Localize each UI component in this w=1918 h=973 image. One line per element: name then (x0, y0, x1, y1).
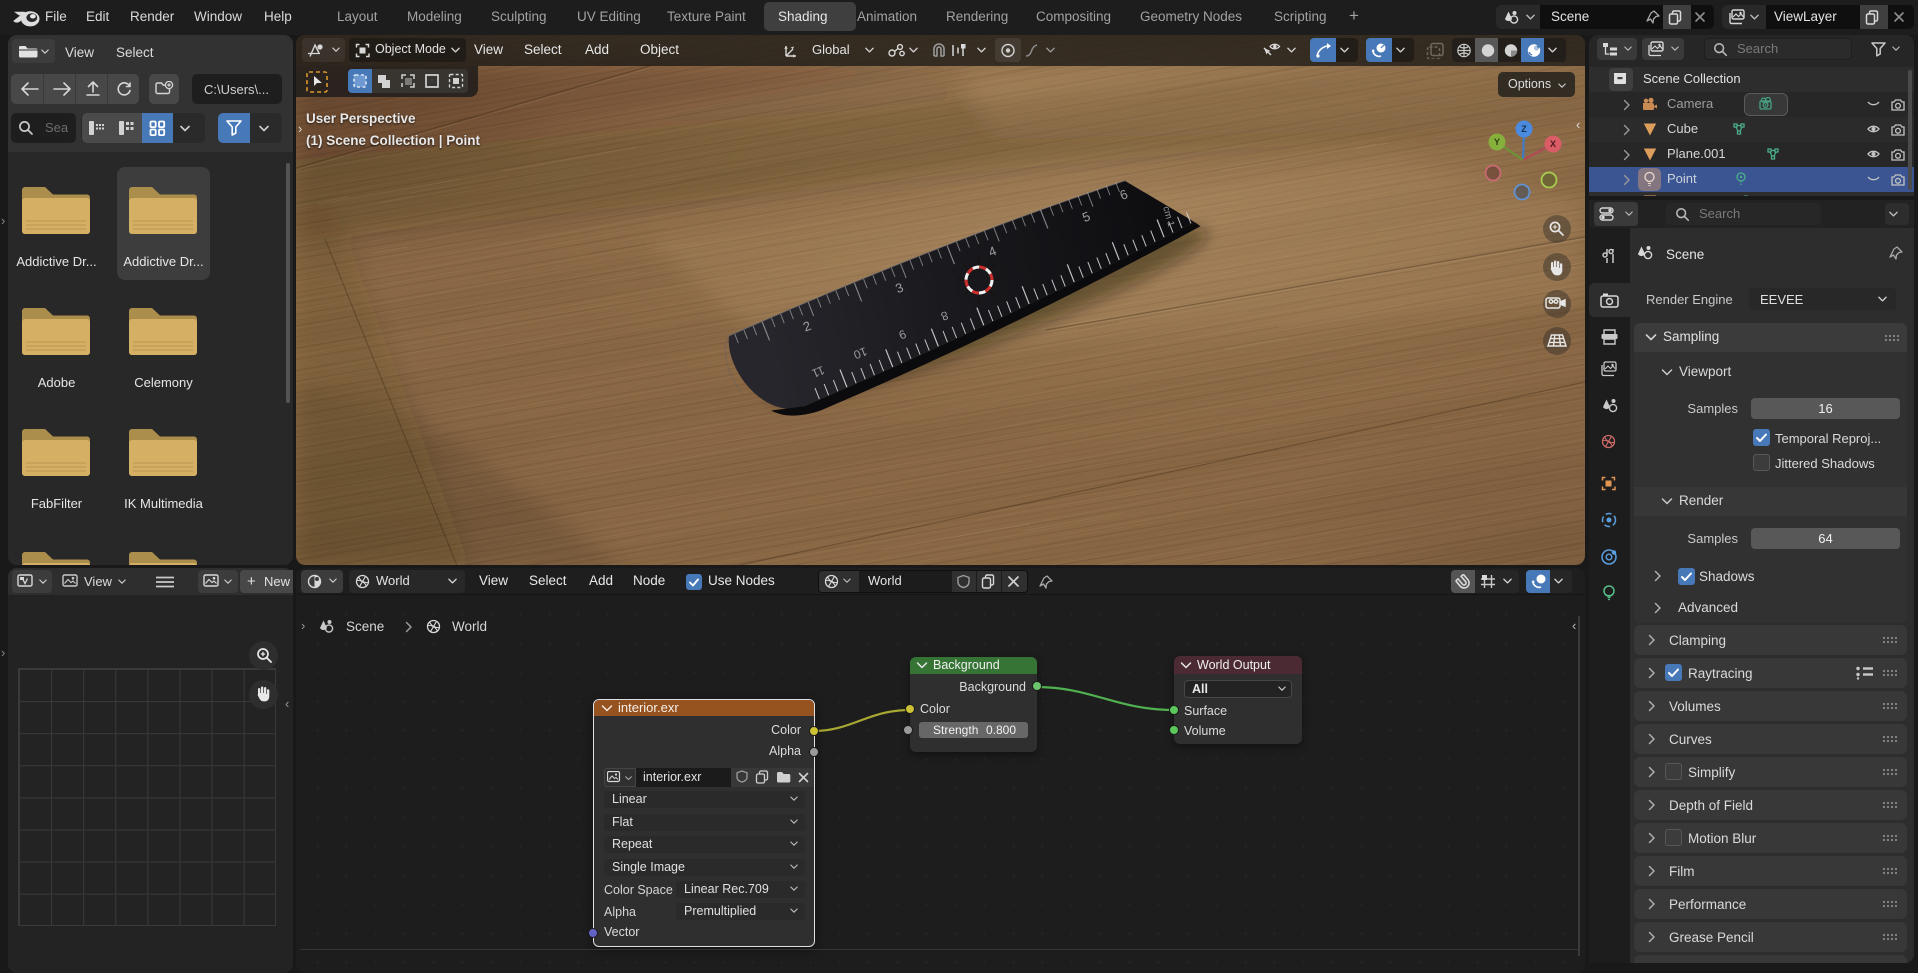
svg-text:Z: Z (1521, 124, 1527, 134)
svg-text:X: X (1550, 139, 1556, 149)
svg-text:Y: Y (1494, 137, 1500, 147)
